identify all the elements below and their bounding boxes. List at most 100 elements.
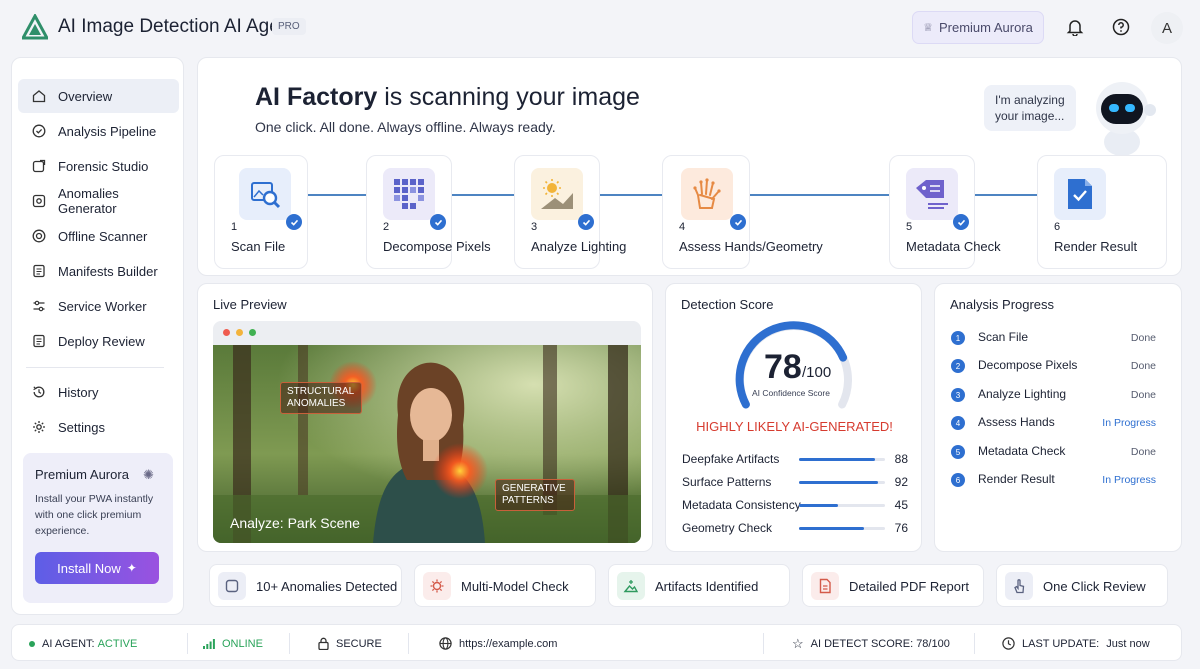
sidebar-item-label: Overview — [58, 88, 113, 104]
step-number: 2 — [383, 221, 390, 233]
step-number-badge: 3 — [951, 388, 965, 402]
step-label: Render Result — [1054, 239, 1138, 254]
progress-status: In Progress — [1102, 474, 1156, 486]
pipeline-step-render-result[interactable]: 6 Render Result — [1037, 155, 1167, 269]
sidebar-item-history[interactable]: History — [18, 375, 179, 409]
pixel-grid-icon — [383, 168, 435, 220]
sidebar-item-offline-scanner[interactable]: Offline Scanner — [18, 219, 179, 253]
progress-label: Metadata Check — [978, 444, 1066, 458]
metric-bar-fill — [799, 458, 875, 461]
clock-icon — [1002, 637, 1015, 650]
metric-value: 76 — [894, 521, 908, 535]
pipeline-step-analyze-lighting[interactable]: 3 Analyze Lighting — [514, 155, 626, 269]
sidebar-item-deploy-review[interactable]: Deploy Review — [18, 324, 179, 358]
gear-icon — [33, 421, 45, 433]
app-title: AI Image Detection AI Agent — [58, 16, 296, 37]
feature-detailed-pdf-report[interactable]: Detailed PDF Report — [802, 564, 984, 607]
pointer-hand-icon — [1005, 572, 1033, 600]
annotation-label: Generative Patterns — [502, 483, 566, 506]
progress-row: 5 Metadata Check Done — [951, 444, 1156, 462]
sidebar-item-forensic-studio[interactable]: Forensic Studio — [18, 149, 179, 183]
logo-icon — [22, 14, 48, 40]
sidebar-item-label: History — [58, 384, 99, 400]
check-icon — [430, 214, 446, 230]
sidebar-item-label: Deploy Review — [58, 333, 145, 349]
last-update-status: LAST UPDATE: Just now — [1002, 625, 1150, 662]
install-button-label: Install Now — [57, 560, 121, 576]
preview-image[interactable]: Structural Anomalies Generative Patterns… — [213, 345, 641, 543]
progress-row: 1 Scan File Done — [951, 330, 1156, 348]
feature-one-click-review[interactable]: One Click Review — [996, 564, 1168, 607]
history-icon — [33, 386, 45, 398]
feature-multi-model-check[interactable]: Multi-Model Check — [414, 564, 596, 607]
feature-label: 10+ Anomalies Detected — [256, 579, 398, 594]
sidebar-item-label: Service Worker — [58, 298, 147, 314]
maximize-dot — [249, 329, 256, 336]
feature-anomalies-detected[interactable]: 10+ Anomalies Detected — [209, 564, 402, 607]
feature-label: Artifacts Identified — [655, 579, 759, 594]
step-number: 4 — [679, 221, 686, 233]
progress-status: Done — [1130, 360, 1156, 372]
progress-row: 6 Render Result In Progress — [951, 472, 1156, 490]
feature-label: One Click Review — [1043, 579, 1146, 594]
install-now-button[interactable]: Install Now ✦ — [35, 552, 159, 584]
metric-label: Surface Patterns — [682, 475, 772, 489]
sliders-icon — [33, 300, 45, 312]
metric-geometry-check: Geometry Check 76 — [682, 521, 908, 537]
secure-label: SECURE — [336, 637, 382, 650]
preview-caption: Analyze: Park Scene — [230, 515, 360, 531]
check-icon — [953, 214, 969, 230]
metric-value: 45 — [894, 498, 908, 512]
user-avatar[interactable]: A — [1151, 12, 1183, 44]
last-update-label: LAST UPDATE: — [1022, 637, 1100, 650]
status-divider — [408, 633, 409, 654]
pdf-icon — [811, 572, 839, 600]
step-number-badge: 6 — [951, 473, 965, 487]
step-label: Analyze Lighting — [531, 239, 627, 254]
document-icon — [33, 264, 45, 278]
step-number: 5 — [906, 221, 913, 233]
window-controls — [223, 329, 256, 336]
pro-badge: PRO — [272, 18, 306, 35]
pipeline-step-assess-hands[interactable]: 4 Assess Hands/Geometry — [662, 155, 823, 269]
progress-row: 4 Assess Hands In Progress — [951, 415, 1156, 433]
metric-metadata-consistency: Metadata Consistency 45 — [682, 498, 908, 514]
progress-row: 3 Analyze Lighting Done — [951, 387, 1156, 405]
pipeline-step-scan-file[interactable]: 1 Scan File — [214, 155, 308, 269]
pipeline-step-metadata-check[interactable]: 5 Metadata Check — [889, 155, 1001, 269]
target-icon — [32, 229, 46, 243]
sidebar-item-label: Anomalies Generator — [58, 186, 119, 216]
chip-icon — [423, 572, 451, 600]
generative-patterns-tag[interactable]: Generative Patterns — [495, 479, 575, 511]
sidebar-item-manifests-builder[interactable]: Manifests Builder — [18, 254, 179, 288]
progress-row: 2 Decompose Pixels Done — [951, 358, 1156, 376]
sidebar-item-settings[interactable]: Settings — [18, 410, 179, 444]
detect-score-label: AI DETECT SCORE: 78/100 — [810, 637, 950, 650]
progress-status: Done — [1130, 332, 1156, 344]
feature-label: Detailed PDF Report — [849, 579, 969, 594]
sidebar-item-analysis-pipeline[interactable]: Analysis Pipeline — [18, 114, 179, 148]
progress-label: Analyze Lighting — [978, 387, 1067, 401]
cube-icon — [218, 572, 246, 600]
sidebar-item-overview[interactable]: Overview — [18, 79, 179, 113]
online-label: ONLINE — [222, 637, 263, 650]
agent-status-label: AI AGENT: — [42, 637, 95, 650]
security-status: SECURE — [318, 625, 382, 662]
promo-text: Install your PWA instantly with one clic… — [35, 493, 154, 537]
step-number-badge: 2 — [951, 359, 965, 373]
check-circle-icon — [32, 124, 46, 138]
help-icon[interactable] — [1110, 16, 1132, 38]
premium-button-label: Premium Aurora — [938, 20, 1033, 35]
image-icon — [617, 572, 645, 600]
metric-bar-fill — [799, 481, 879, 484]
structural-anomalies-tag[interactable]: Structural Anomalies — [280, 382, 362, 414]
pipeline-step-decompose-pixels[interactable]: 2 Decompose Pixels — [366, 155, 491, 269]
premium-aurora-button[interactable]: ♕ Premium Aurora — [912, 11, 1044, 44]
sidebar-item-anomalies-generator[interactable]: Anomalies Generator — [18, 184, 179, 218]
feature-artifacts-identified[interactable]: Artifacts Identified — [608, 564, 790, 607]
last-update-value: Just now — [1106, 637, 1150, 650]
bell-icon[interactable] — [1064, 16, 1086, 38]
sidebar-item-service-worker[interactable]: Service Worker — [18, 289, 179, 323]
url-display[interactable]: https://example.com — [439, 625, 557, 662]
check-icon — [286, 214, 302, 230]
